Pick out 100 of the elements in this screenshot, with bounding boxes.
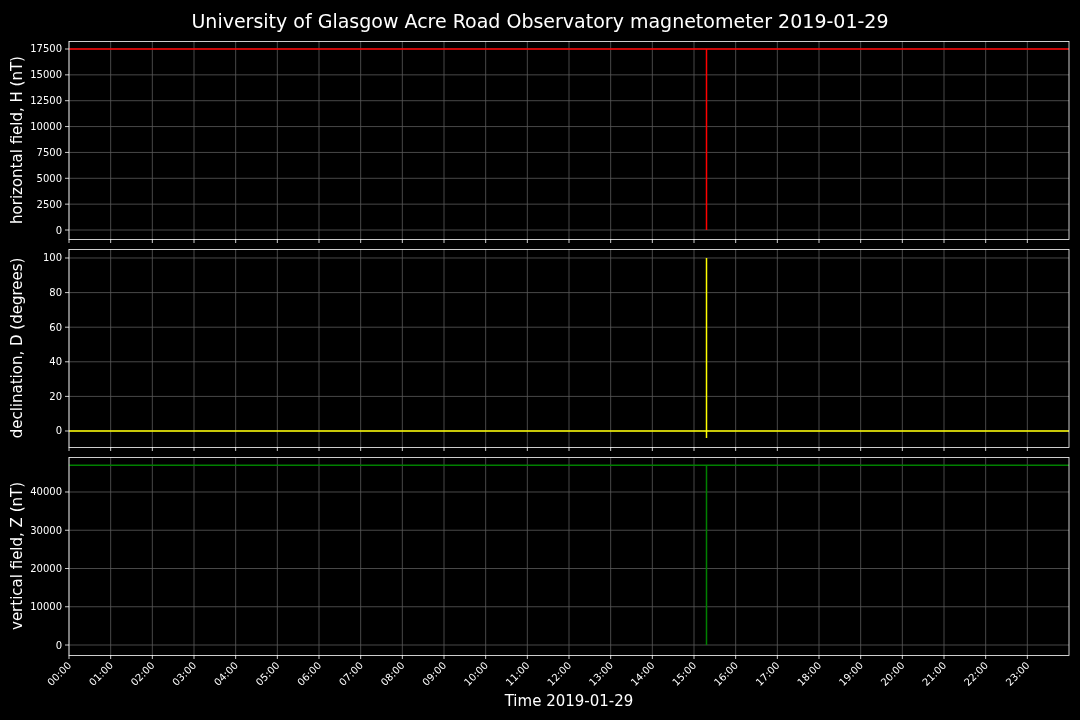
tick-mark xyxy=(943,238,945,244)
tick-label: 20 xyxy=(49,390,62,402)
tick-mark xyxy=(64,568,70,569)
tick-mark xyxy=(193,238,195,244)
tick-mark xyxy=(64,644,70,646)
tick-mark xyxy=(610,238,612,244)
tick-label: 100 xyxy=(42,252,62,264)
tick-mark xyxy=(693,654,695,660)
tick-mark xyxy=(64,203,70,205)
tick-mark xyxy=(235,446,237,452)
tick-mark xyxy=(401,446,403,452)
tick-mark xyxy=(64,430,70,432)
tick-mark xyxy=(64,177,70,179)
axis-label: vertical field, Z (nT) xyxy=(8,482,26,630)
tick-mark xyxy=(151,238,153,244)
tick-label: 5000 xyxy=(36,172,62,184)
chart-title: University of Glasgow Acre Road Observatory magnetometer 2019-01-29 xyxy=(191,9,889,32)
tick-mark xyxy=(985,446,987,452)
tick-mark xyxy=(68,654,70,660)
tick-mark xyxy=(193,654,195,660)
tick-mark xyxy=(776,446,778,452)
tick-mark xyxy=(818,654,820,660)
tick-label: 0 xyxy=(55,224,62,236)
tick-label: 2500 xyxy=(36,198,62,210)
tick-mark xyxy=(443,654,445,660)
tick-mark xyxy=(1026,446,1028,452)
tick-mark xyxy=(64,152,70,153)
tick-mark xyxy=(943,446,945,452)
tick-mark xyxy=(151,446,153,452)
tick-mark xyxy=(401,238,403,244)
tick-label: 17500 xyxy=(30,43,62,55)
tick-mark xyxy=(193,446,195,452)
tick-mark xyxy=(610,446,612,452)
tick-mark xyxy=(610,654,612,660)
tick-mark xyxy=(651,654,653,660)
tick-mark xyxy=(235,238,237,244)
tick-label: 30000 xyxy=(30,524,62,536)
tick-mark xyxy=(485,238,487,244)
tick-mark xyxy=(68,238,70,244)
tick-mark xyxy=(235,654,237,660)
tick-mark xyxy=(568,654,570,660)
tick-mark xyxy=(651,238,653,244)
tick-mark xyxy=(64,361,70,363)
tick-mark xyxy=(860,446,862,452)
tick-mark xyxy=(64,74,70,76)
tick-label: 15000 xyxy=(30,69,62,81)
tick-mark xyxy=(318,238,320,244)
tick-mark xyxy=(443,446,445,452)
tick-label: 10000 xyxy=(30,601,62,613)
tick-mark xyxy=(526,654,528,660)
tick-mark xyxy=(568,446,570,452)
tick-mark xyxy=(276,446,278,452)
tick-mark xyxy=(901,238,903,244)
tick-label: 40 xyxy=(49,356,62,368)
tick-mark xyxy=(485,654,487,660)
tick-mark xyxy=(485,446,487,452)
tick-mark xyxy=(860,654,862,660)
tick-mark xyxy=(1026,238,1028,244)
tick-mark xyxy=(360,446,362,452)
tick-mark xyxy=(443,238,445,244)
tick-mark xyxy=(651,446,653,452)
tick-mark xyxy=(64,126,70,127)
tick-label: 60 xyxy=(49,321,62,333)
tick-mark xyxy=(360,654,362,660)
tick-mark xyxy=(901,446,903,452)
tick-mark xyxy=(151,654,153,660)
axis-label: declination, D (degrees) xyxy=(8,257,26,439)
tick-mark xyxy=(568,238,570,244)
tick-mark xyxy=(985,238,987,244)
tick-mark xyxy=(64,100,70,102)
tick-label: 0 xyxy=(55,639,62,651)
tick-label: 7500 xyxy=(36,146,62,158)
tick-mark xyxy=(735,238,737,244)
tick-mark xyxy=(110,238,112,244)
tick-mark xyxy=(276,654,278,660)
tick-mark xyxy=(693,238,695,244)
tick-mark xyxy=(64,606,70,608)
tick-mark xyxy=(776,238,778,244)
tick-mark xyxy=(526,238,528,244)
tick-label: 10000 xyxy=(30,121,62,133)
tick-mark xyxy=(401,654,403,660)
tick-mark xyxy=(818,238,820,244)
tick-mark xyxy=(860,238,862,244)
tick-mark xyxy=(943,654,945,660)
tick-mark xyxy=(901,654,903,660)
tick-label: 12500 xyxy=(30,95,62,107)
tick-mark xyxy=(64,257,70,259)
axis-label: horizontal field, H (nT) xyxy=(8,56,26,224)
tick-mark xyxy=(68,446,70,452)
tick-mark xyxy=(693,446,695,452)
tick-mark xyxy=(318,654,320,660)
tick-mark xyxy=(64,292,70,293)
tick-mark xyxy=(360,238,362,244)
tick-label: 0 xyxy=(55,425,62,437)
tick-mark xyxy=(64,491,70,493)
tick-mark xyxy=(64,326,70,328)
tick-mark xyxy=(110,654,112,660)
tick-mark xyxy=(64,529,70,531)
tick-mark xyxy=(64,396,70,397)
tick-label: 80 xyxy=(49,287,62,299)
